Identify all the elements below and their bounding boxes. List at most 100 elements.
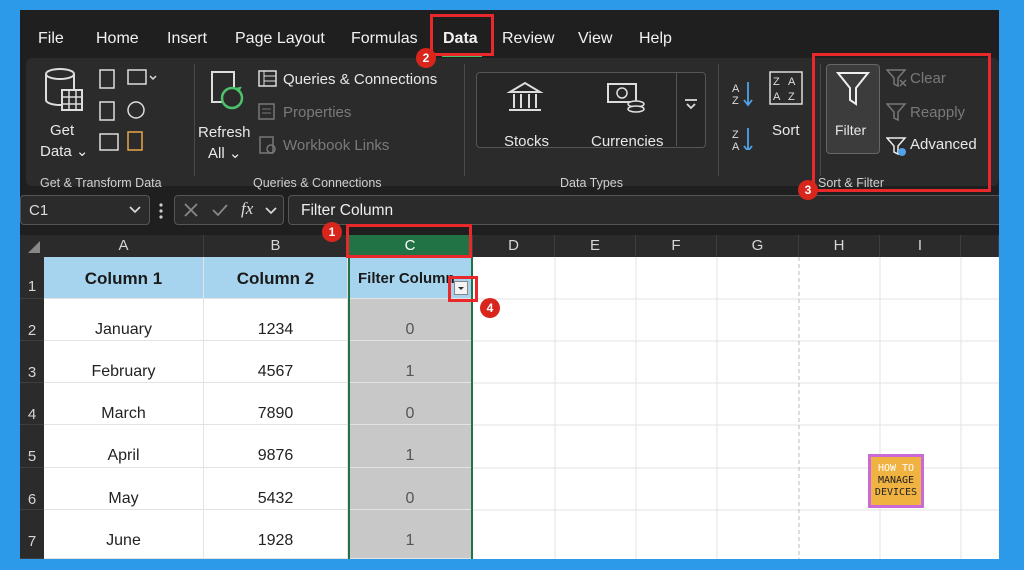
- ribbon-separator: [464, 64, 465, 176]
- get-transform-group-label: Get & Transform Data: [40, 176, 162, 190]
- more-dots-icon[interactable]: [158, 202, 164, 220]
- get-data-line1[interactable]: Get: [50, 122, 74, 139]
- menu-insert[interactable]: Insert: [167, 30, 207, 48]
- column-header-next[interactable]: [961, 235, 999, 257]
- table-cell-r2-c3[interactable]: 0: [348, 299, 473, 341]
- svg-text:Z: Z: [732, 95, 739, 107]
- worksheet-grid[interactable]: Column 1 Column 2 Filter Column January 1…: [44, 257, 999, 559]
- row-header-6[interactable]: 6: [20, 468, 44, 510]
- sort-button[interactable]: Sort: [772, 122, 800, 139]
- column-header-f[interactable]: F: [636, 235, 717, 257]
- menu-file[interactable]: File: [38, 30, 64, 48]
- properties-icon: [258, 103, 275, 120]
- column-header-e[interactable]: E: [555, 235, 636, 257]
- logo-line1: HOW TO: [877, 463, 915, 474]
- insert-function-button[interactable]: fx: [241, 199, 253, 219]
- how-to-manage-devices-logo: HOW TO MANAGE DEVICES: [868, 454, 924, 508]
- annotation-badge-3: 3: [798, 180, 818, 200]
- table-cell-r5-c3[interactable]: 1: [348, 425, 473, 468]
- data-types-group-label: Data Types: [560, 176, 624, 190]
- workbook-links-button[interactable]: Workbook Links: [283, 137, 389, 154]
- get-data-line2[interactable]: Data ⌄: [40, 142, 88, 160]
- table-cell-r2-c2[interactable]: 1234: [204, 299, 348, 341]
- ribbon-separator: [194, 64, 195, 176]
- column-header-g[interactable]: G: [717, 235, 799, 257]
- table-cell-r4-c3[interactable]: 0: [348, 383, 473, 425]
- svg-text:Z: Z: [732, 129, 739, 141]
- row-header-7[interactable]: 7: [20, 510, 44, 559]
- cancel-icon[interactable]: [183, 202, 199, 218]
- stocks-button[interactable]: Stocks: [504, 133, 549, 150]
- logo-line3: DEVICES: [874, 487, 918, 498]
- svg-text:Z: Z: [788, 91, 795, 103]
- svg-text:A: A: [773, 91, 781, 103]
- menu-formulas[interactable]: Formulas: [351, 30, 418, 48]
- table-cell-r7-c2[interactable]: 1928: [204, 510, 348, 559]
- currencies-button[interactable]: Currencies: [591, 133, 664, 150]
- chevron-down-icon[interactable]: [265, 207, 277, 215]
- formula-input[interactable]: Filter Column: [288, 195, 999, 225]
- menu-page-layout[interactable]: Page Layout: [235, 30, 325, 48]
- table-cell-r6-c3[interactable]: 0: [348, 468, 473, 510]
- table-cell-r3-c1[interactable]: February: [44, 341, 204, 383]
- menu-review[interactable]: Review: [502, 30, 554, 48]
- table-cell-r7-c3[interactable]: 1: [348, 510, 473, 559]
- logo-line2: MANAGE: [877, 475, 915, 486]
- column-header-h[interactable]: H: [799, 235, 880, 257]
- annotation-badge-2: 2: [416, 48, 436, 68]
- refresh-all-icon[interactable]: [208, 70, 248, 114]
- name-box-value: C1: [29, 202, 49, 219]
- menu-help[interactable]: Help: [639, 30, 672, 48]
- select-all-corner[interactable]: [20, 235, 44, 257]
- menu-view[interactable]: View: [578, 30, 612, 48]
- annotation-badge-4: 4: [480, 298, 500, 318]
- formula-bar: C1 fx Filter Column: [20, 192, 999, 228]
- row-header-5[interactable]: 5: [20, 425, 44, 468]
- table-cell-r3-c2[interactable]: 4567: [204, 341, 348, 383]
- excel-window: File Home Insert Page Layout Formulas Da…: [20, 10, 999, 559]
- svg-text:A: A: [732, 141, 740, 150]
- refresh-line1[interactable]: Refresh: [198, 124, 251, 141]
- menu-home[interactable]: Home: [96, 30, 139, 48]
- row-header-4[interactable]: 4: [20, 383, 44, 425]
- properties-button[interactable]: Properties: [283, 104, 351, 121]
- table-cell-r2-c1[interactable]: January: [44, 299, 204, 341]
- small-data-icons[interactable]: [98, 68, 158, 158]
- stocks-icon[interactable]: [506, 80, 544, 114]
- chevron-down-icon[interactable]: [684, 98, 698, 110]
- row-header-3[interactable]: 3: [20, 341, 44, 383]
- table-cell-r4-c2[interactable]: 7890: [204, 383, 348, 425]
- header-cell-column-1[interactable]: Column 1: [44, 257, 204, 299]
- annotation-box-data-tab: [430, 14, 494, 56]
- screenshot-frame: File Home Insert Page Layout Formulas Da…: [0, 0, 1024, 570]
- refresh-line2[interactable]: All ⌄: [208, 144, 241, 162]
- column-header-a[interactable]: A: [44, 235, 204, 257]
- column-header-i[interactable]: I: [880, 235, 961, 257]
- header-cell-column-2[interactable]: Column 2: [204, 257, 348, 299]
- name-box[interactable]: C1: [20, 195, 150, 225]
- chevron-down-icon[interactable]: [129, 206, 141, 214]
- workbook-links-icon: [259, 136, 276, 154]
- table-cell-r7-c1[interactable]: June: [44, 510, 204, 559]
- sort-az-icon[interactable]: A Z Z A: [730, 78, 756, 150]
- table-cell-r6-c2[interactable]: 5432: [204, 468, 348, 510]
- database-icon[interactable]: [44, 66, 84, 114]
- table-cell-r6-c1[interactable]: May: [44, 468, 204, 510]
- table-cell-r4-c1[interactable]: March: [44, 383, 204, 425]
- sort-icon[interactable]: Z A A Z: [768, 70, 804, 108]
- formula-controls: fx: [174, 195, 284, 225]
- queries-group-label: Queries & Connections: [253, 176, 382, 190]
- row-header-2[interactable]: 2: [20, 299, 44, 341]
- table-cell-r5-c2[interactable]: 9876: [204, 425, 348, 468]
- queries-connections-button[interactable]: Queries & Connections: [283, 71, 437, 88]
- svg-text:A: A: [788, 76, 796, 88]
- table-cell-r5-c1[interactable]: April: [44, 425, 204, 468]
- column-header-d[interactable]: D: [473, 235, 555, 257]
- check-icon[interactable]: [211, 202, 229, 218]
- annotation-box-column-c: [346, 224, 472, 258]
- annotation-badge-1: 1: [322, 222, 342, 242]
- queries-icon: [258, 70, 277, 87]
- table-cell-r3-c3[interactable]: 1: [348, 341, 473, 383]
- row-header-1[interactable]: 1: [20, 257, 44, 299]
- currencies-icon[interactable]: [606, 80, 646, 114]
